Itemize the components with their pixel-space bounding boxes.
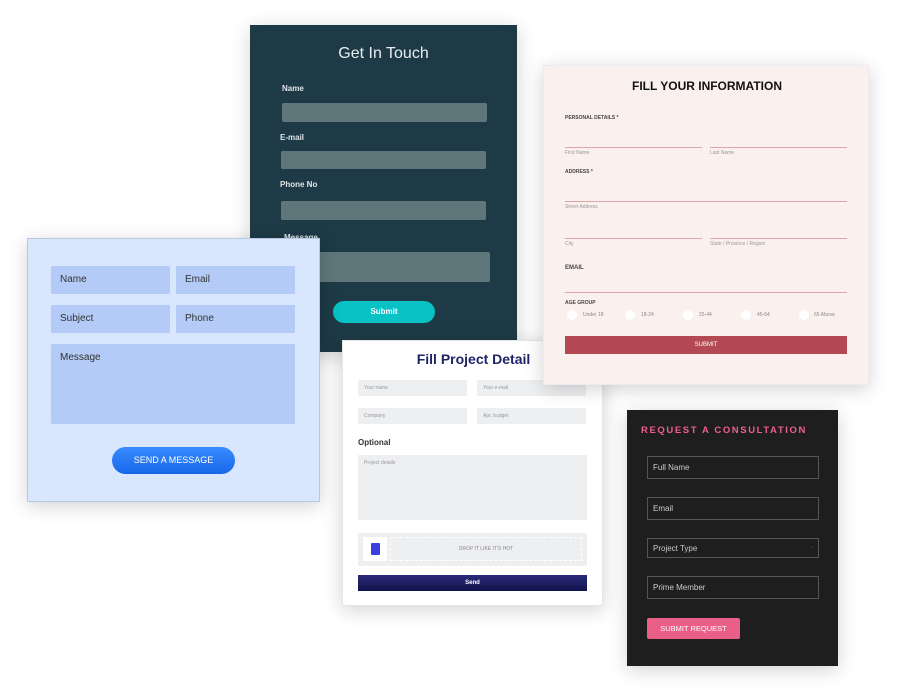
full-name-input[interactable]: Full Name bbox=[647, 456, 819, 479]
name-input[interactable] bbox=[282, 103, 487, 122]
contact-form: Name Email Subject Phone Message SEND A … bbox=[27, 238, 320, 502]
message-input[interactable]: Message bbox=[51, 344, 295, 424]
phone-input[interactable]: Phone bbox=[176, 305, 295, 333]
personal-details-label: PERSONAL DETAILS * bbox=[565, 115, 619, 121]
state-label: State / Province / Region bbox=[710, 241, 766, 247]
file-drop-zone[interactable]: DROP IT LIKE IT'S HOT bbox=[358, 533, 587, 566]
radio-label: 45-64 bbox=[757, 312, 770, 318]
send-message-button[interactable]: SEND A MESSAGE bbox=[112, 447, 235, 474]
city-label: City bbox=[565, 241, 574, 247]
last-name-input[interactable] bbox=[710, 147, 847, 148]
name-input[interactable]: Your name bbox=[358, 380, 467, 396]
project-type-select[interactable]: Project Type ▫ bbox=[647, 538, 819, 558]
phone-input[interactable] bbox=[281, 201, 486, 220]
phone-label: Phone No bbox=[280, 180, 318, 189]
document-icon bbox=[363, 537, 387, 561]
radio-label: 18-24 bbox=[641, 312, 654, 318]
radio-under-18[interactable] bbox=[567, 310, 577, 320]
form-title: FILL YOUR INFORMATION bbox=[632, 79, 782, 93]
radio-label: Under 18 bbox=[583, 312, 604, 318]
selected-value: Project Type bbox=[653, 543, 698, 553]
radio-label: 65 Above bbox=[814, 312, 835, 318]
placeholder: Full Name bbox=[653, 463, 690, 472]
radio-label: 25-44 bbox=[699, 312, 712, 318]
age-group-label: AGE GROUP bbox=[565, 300, 596, 306]
optional-label: Optional bbox=[358, 438, 391, 447]
address-label: ADDRESS * bbox=[565, 169, 593, 175]
street-label: Street Address bbox=[565, 204, 598, 210]
city-input[interactable] bbox=[565, 238, 702, 239]
submit-button[interactable]: Submit bbox=[333, 301, 435, 323]
radio-65-above[interactable] bbox=[799, 310, 809, 320]
last-name-label: Last Name bbox=[710, 150, 735, 156]
email-input[interactable]: Email bbox=[647, 497, 819, 520]
project-details-input[interactable]: Project details bbox=[358, 455, 587, 520]
company-input[interactable]: Company bbox=[358, 408, 467, 424]
budget-input[interactable]: Apr. budget bbox=[477, 408, 586, 424]
state-input[interactable] bbox=[710, 238, 847, 239]
name-input[interactable]: Name bbox=[51, 266, 170, 294]
placeholder: Prime Member bbox=[653, 583, 706, 592]
placeholder: Email bbox=[653, 504, 674, 513]
submit-request-button[interactable]: SUBMIT REQUEST bbox=[647, 618, 740, 639]
form-title: Get In Touch bbox=[338, 45, 429, 62]
select-arrow-icon: ▫ bbox=[811, 545, 813, 551]
radio-18-24[interactable] bbox=[625, 310, 635, 320]
radio-45-64[interactable] bbox=[741, 310, 751, 320]
name-label: Name bbox=[282, 84, 304, 93]
email-label: EMAIL bbox=[565, 265, 584, 271]
email-input[interactable] bbox=[281, 151, 486, 169]
subject-input[interactable]: Subject bbox=[51, 305, 170, 333]
email-label: E-mail bbox=[280, 133, 305, 142]
email-input[interactable]: Email bbox=[176, 266, 295, 294]
first-name-label: First Name bbox=[565, 150, 590, 156]
form-title: REQUEST A CONSULTATION bbox=[641, 425, 807, 436]
email-input[interactable] bbox=[565, 292, 847, 293]
drop-text: DROP IT LIKE IT'S HOT bbox=[390, 537, 582, 561]
first-name-input[interactable] bbox=[565, 147, 702, 148]
submit-button[interactable]: SUBMIT bbox=[565, 336, 847, 354]
prime-member-input[interactable]: Prime Member bbox=[647, 576, 819, 599]
send-button[interactable]: Send bbox=[358, 575, 587, 591]
street-input[interactable] bbox=[565, 201, 847, 202]
consultation-form: REQUEST A CONSULTATION Full Name Email P… bbox=[627, 410, 838, 666]
radio-25-44[interactable] bbox=[683, 310, 693, 320]
information-form: FILL YOUR INFORMATION PERSONAL DETAILS *… bbox=[543, 65, 869, 385]
